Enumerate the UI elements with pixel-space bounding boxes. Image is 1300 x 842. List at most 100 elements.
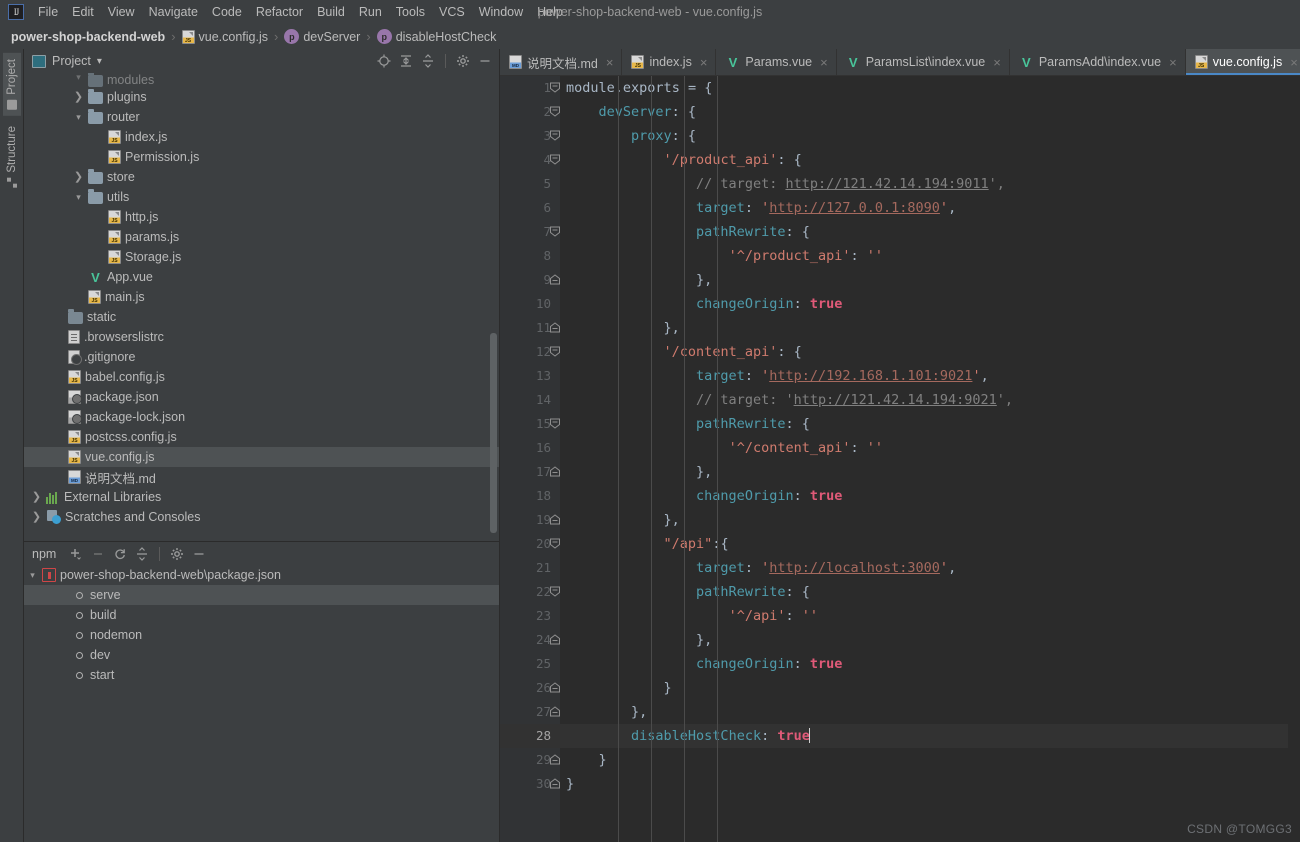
project-tree-item[interactable]: ▾ router: [24, 107, 499, 127]
editor-tab[interactable]: index.js ×: [622, 49, 717, 75]
project-tree-item[interactable]: .browserslistrc: [24, 327, 499, 347]
code-line[interactable]: },: [560, 700, 1300, 724]
code-line[interactable]: target: 'http://127.0.0.1:8090',: [560, 196, 1300, 220]
code-line[interactable]: pathRewrite: {: [560, 580, 1300, 604]
code-line[interactable]: },: [560, 316, 1300, 340]
project-tree-scrollbar[interactable]: [490, 333, 497, 533]
code-line[interactable]: }: [560, 772, 1300, 796]
npm-script-row[interactable]: dev: [24, 645, 499, 665]
editor-tab[interactable]: vue.config.js ×: [1185, 49, 1300, 75]
tool-window-button-structure[interactable]: Structure: [3, 120, 21, 194]
code-line[interactable]: },: [560, 460, 1300, 484]
menu-item-run[interactable]: Run: [352, 3, 389, 21]
editor-tab[interactable]: V ParamsList\index.vue ×: [837, 49, 1010, 75]
code-line[interactable]: // target: http://121.42.14.194:9011',: [560, 172, 1300, 196]
code-line[interactable]: },: [560, 628, 1300, 652]
chevron-right-icon[interactable]: ❯: [30, 507, 43, 527]
code-line[interactable]: pathRewrite: {: [560, 412, 1300, 436]
menu-item-navigate[interactable]: Navigate: [142, 3, 205, 21]
code-line[interactable]: target: 'http://192.168.1.101:9021',: [560, 364, 1300, 388]
code-line[interactable]: '^/content_api': '': [560, 436, 1300, 460]
npm-script-row[interactable]: build: [24, 605, 499, 625]
code-line[interactable]: '^/api': '': [560, 604, 1300, 628]
project-tree-item[interactable]: params.js: [24, 227, 499, 247]
chevron-down-icon[interactable]: ▾: [97, 56, 102, 67]
project-tree-item[interactable]: ▾ modules: [24, 73, 499, 87]
breadcrumb-item-file[interactable]: vue.config.js: [179, 29, 271, 45]
npm-script-row[interactable]: serve: [24, 585, 499, 605]
add-icon[interactable]: [68, 546, 84, 562]
project-tree-item[interactable]: ▾ utils: [24, 187, 499, 207]
project-tree-item[interactable]: .gitignore: [24, 347, 499, 367]
menu-item-window[interactable]: Window: [472, 3, 530, 21]
code-line[interactable]: '/content_api': {: [560, 340, 1300, 364]
npm-scripts-tree[interactable]: ▾ power-shop-backend-web\package.json serv…: [24, 565, 499, 842]
gear-icon[interactable]: [455, 53, 471, 69]
npm-package-row[interactable]: ▾ power-shop-backend-web\package.json: [24, 565, 499, 585]
menu-item-code[interactable]: Code: [205, 3, 249, 21]
code-content[interactable]: module.exports = { devServer: { proxy: {…: [560, 76, 1300, 842]
code-line[interactable]: target: 'http://localhost:3000',: [560, 556, 1300, 580]
expand-all-icon[interactable]: [398, 53, 414, 69]
project-tree-item[interactable]: Permission.js: [24, 147, 499, 167]
refresh-icon[interactable]: [112, 546, 128, 562]
menu-item-edit[interactable]: Edit: [65, 3, 101, 21]
code-line[interactable]: }: [560, 748, 1300, 772]
project-tree-item[interactable]: package.json: [24, 387, 499, 407]
menu-item-file[interactable]: File: [31, 3, 65, 21]
code-line[interactable]: disableHostCheck: true: [560, 724, 1300, 748]
error-stripe[interactable]: [1288, 76, 1300, 842]
menu-item-refactor[interactable]: Refactor: [249, 3, 310, 21]
project-tree-item[interactable]: http.js: [24, 207, 499, 227]
remove-icon[interactable]: [90, 546, 106, 562]
editor-tab-bar[interactable]: 说明文档.md × index.js × V Params.vue × V ParamsList…: [500, 49, 1300, 76]
menu-item-help[interactable]: Help: [530, 3, 570, 21]
code-line[interactable]: // target: 'http://121.42.14.194:9021',: [560, 388, 1300, 412]
chevron-down-icon[interactable]: ▾: [72, 187, 85, 207]
close-icon[interactable]: ×: [1169, 56, 1177, 69]
project-tree-item[interactable]: ❯ Scratches and Consoles: [24, 507, 499, 527]
project-tree-item[interactable]: ❯ External Libraries: [24, 487, 499, 507]
breadcrumb-item-disablehostcheck[interactable]: p disableHostCheck: [374, 28, 500, 45]
close-icon[interactable]: ×: [700, 56, 708, 69]
code-line[interactable]: changeOrigin: true: [560, 292, 1300, 316]
collapse-all-icon[interactable]: [134, 546, 150, 562]
project-tree-item[interactable]: vue.config.js: [24, 447, 499, 467]
editor-tab[interactable]: 说明文档.md ×: [500, 49, 623, 75]
project-tree-item[interactable]: main.js: [24, 287, 499, 307]
project-tree-item[interactable]: index.js: [24, 127, 499, 147]
editor-area[interactable]: 1 2 3 4 5 6 7 8 9 10 11 12 13 14 15 16 17 18 19 20 21 22 23 24 2…: [500, 76, 1300, 842]
chevron-down-icon[interactable]: ▾: [26, 565, 39, 585]
code-line[interactable]: pathRewrite: {: [560, 220, 1300, 244]
menu-item-view[interactable]: View: [101, 3, 142, 21]
code-line[interactable]: },: [560, 268, 1300, 292]
npm-script-row[interactable]: start: [24, 665, 499, 685]
code-line[interactable]: },: [560, 508, 1300, 532]
code-line[interactable]: }: [560, 676, 1300, 700]
code-line[interactable]: "/api":{: [560, 532, 1300, 556]
code-line[interactable]: devServer: {: [560, 100, 1300, 124]
project-tree-item[interactable]: package-lock.json: [24, 407, 499, 427]
collapse-all-icon[interactable]: [420, 53, 436, 69]
npm-script-row[interactable]: nodemon: [24, 625, 499, 645]
project-tree-item[interactable]: ❯ plugins: [24, 87, 499, 107]
code-line[interactable]: '/product_api': {: [560, 148, 1300, 172]
gear-icon[interactable]: [169, 546, 185, 562]
project-tree-item[interactable]: babel.config.js: [24, 367, 499, 387]
code-line[interactable]: changeOrigin: true: [560, 652, 1300, 676]
project-tree-item[interactable]: Storage.js: [24, 247, 499, 267]
project-tree-item[interactable]: static: [24, 307, 499, 327]
project-tree-item[interactable]: V App.vue: [24, 267, 499, 287]
chevron-right-icon[interactable]: ❯: [72, 87, 85, 107]
menu-item-build[interactable]: Build: [310, 3, 352, 21]
breadcrumb-item-devserver[interactable]: p devServer: [281, 28, 363, 45]
project-tree-item[interactable]: ❯ store: [24, 167, 499, 187]
chevron-right-icon[interactable]: ❯: [30, 487, 43, 507]
locate-icon[interactable]: [376, 53, 392, 69]
chevron-right-icon[interactable]: ❯: [72, 167, 85, 187]
project-tree-item[interactable]: 说明文档.md: [24, 467, 499, 487]
menu-item-tools[interactable]: Tools: [389, 3, 432, 21]
code-line[interactable]: module.exports = {: [560, 76, 1300, 100]
editor-tab[interactable]: V Params.vue ×: [716, 49, 837, 75]
project-tree-item[interactable]: postcss.config.js: [24, 427, 499, 447]
